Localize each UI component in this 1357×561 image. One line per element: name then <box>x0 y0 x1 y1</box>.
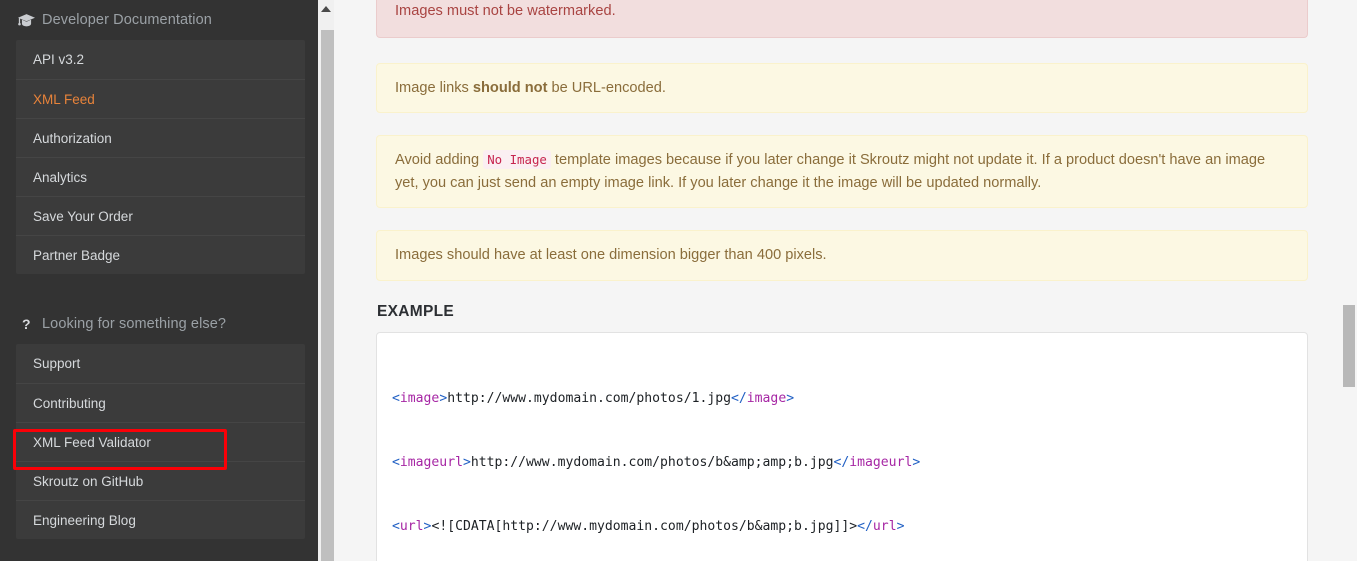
sidebar-secondary-menu: Support Contributing XML Feed Validator … <box>16 344 305 539</box>
code-token-br: < <box>392 390 400 406</box>
sidebar-scrollbar-thumb[interactable] <box>321 30 334 561</box>
alert-text: Images must not be watermarked. <box>395 3 616 19</box>
code-token-txt: <![CDATA[http://www.mydomain.com/photos/… <box>431 518 858 534</box>
alert-text-before: Avoid adding <box>395 152 484 169</box>
sidebar-item-label: Partner Badge <box>33 247 121 263</box>
sidebar-item-api[interactable]: API v3.2 <box>16 40 305 79</box>
alert-url-encoded: Image links should not be URL-encoded. <box>376 62 1308 114</box>
main-content: Images must not be watermarked. Image li… <box>318 0 1357 561</box>
example-heading: EXAMPLE <box>377 303 455 321</box>
sidebar-item-label: Support <box>33 356 81 371</box>
question-mark-icon: ? <box>22 316 31 332</box>
code-token-txt: http://www.mydomain.com/photos/b&amp;amp… <box>470 454 834 470</box>
code-line: <imageurl>http://www.mydomain.com/photos… <box>392 452 1292 473</box>
code-token-tag: image <box>399 390 440 406</box>
main-scrollbar[interactable] <box>1341 0 1357 561</box>
graduation-cap-icon <box>18 13 40 27</box>
code-token-br: < <box>392 454 400 470</box>
sidebar-item-label: Contributing <box>33 395 106 411</box>
code-token-tag: imageurl <box>849 454 913 470</box>
sidebar-item-label: XML Feed <box>33 91 95 107</box>
sidebar-secondary-header: ? Looking for something else? <box>0 304 318 344</box>
sidebar-scrollbar[interactable] <box>318 0 334 561</box>
sidebar-item-save-your-order[interactable]: Save Your Order <box>16 196 305 235</box>
scroll-up-arrow-icon[interactable] <box>318 2 334 16</box>
sidebar-item-xml-feed-validator[interactable]: XML Feed Validator <box>16 422 305 461</box>
sidebar-item-authorization[interactable]: Authorization <box>16 118 305 157</box>
sidebar-item-label: Authorization <box>33 130 112 146</box>
alert-text-before: Image links <box>395 79 473 96</box>
sidebar-item-analytics[interactable]: Analytics <box>16 157 305 196</box>
code-token-br: > <box>896 518 905 534</box>
code-example-block[interactable]: <image>http://www.mydomain.com/photos/1.… <box>376 332 1308 561</box>
sidebar-primary-menu: API v3.2 XML Feed Authorization Analytic… <box>16 40 305 274</box>
inline-code-no-image: No Image <box>483 150 551 170</box>
code-token-tag: image <box>746 390 787 406</box>
main-scrollbar-thumb[interactable] <box>1343 305 1355 387</box>
code-line: <url><![CDATA[http://www.mydomain.com/ph… <box>392 516 1292 537</box>
code-token-br: < <box>392 518 400 534</box>
alert-text: Images should have at least one dimensio… <box>395 247 827 264</box>
alert-watermark: Images must not be watermarked. <box>376 0 1308 38</box>
code-token-br: </ <box>731 390 747 406</box>
sidebar-item-label: Skroutz on GitHub <box>33 473 144 489</box>
alert-text-bold: should not <box>472 79 548 96</box>
code-token-br: > <box>912 454 921 470</box>
code-token-br: </ <box>833 454 850 470</box>
sidebar-item-label: API v3.2 <box>33 52 85 67</box>
page-root: Developer Documentation API v3.2 XML Fee… <box>0 0 1357 561</box>
sidebar-item-label: Engineering Blog <box>33 512 136 528</box>
sidebar-secondary-title: Looking for something else? <box>42 316 227 332</box>
code-token-tag: imageurl <box>399 454 463 470</box>
sidebar-title: Developer Documentation <box>42 12 212 28</box>
code-token-tag: url <box>872 518 897 534</box>
code-token-txt: http://www.mydomain.com/photos/1.jpg <box>447 390 731 406</box>
sidebar: Developer Documentation API v3.2 XML Fee… <box>0 0 318 561</box>
alert-text-after: be URL-encoded. <box>547 79 666 96</box>
code-token-br: </ <box>857 518 873 534</box>
alert-no-image-template: Avoid adding No Image template images be… <box>376 135 1308 209</box>
sidebar-item-label: XML Feed Validator <box>33 434 151 450</box>
sidebar-item-label: Analytics <box>33 169 88 185</box>
sidebar-item-engineering-blog[interactable]: Engineering Blog <box>16 500 305 539</box>
code-token-br: > <box>462 454 471 470</box>
code-token-br: > <box>786 390 795 406</box>
sidebar-item-partner-badge[interactable]: Partner Badge <box>16 235 305 274</box>
sidebar-item-skroutz-on-github[interactable]: Skroutz on GitHub <box>16 461 305 500</box>
code-token-tag: url <box>399 518 424 534</box>
sidebar-header: Developer Documentation <box>0 0 318 40</box>
sidebar-item-label: Save Your Order <box>33 208 133 224</box>
sidebar-item-contributing[interactable]: Contributing <box>16 383 305 422</box>
alert-min-dimension: Images should have at least one dimensio… <box>376 230 1308 282</box>
content-column: Images must not be watermarked. Image li… <box>318 0 1357 561</box>
sidebar-item-xml-feed[interactable]: XML Feed <box>16 79 305 118</box>
sidebar-item-support[interactable]: Support <box>16 344 305 383</box>
code-line: <image>http://www.mydomain.com/photos/1.… <box>392 388 1292 409</box>
